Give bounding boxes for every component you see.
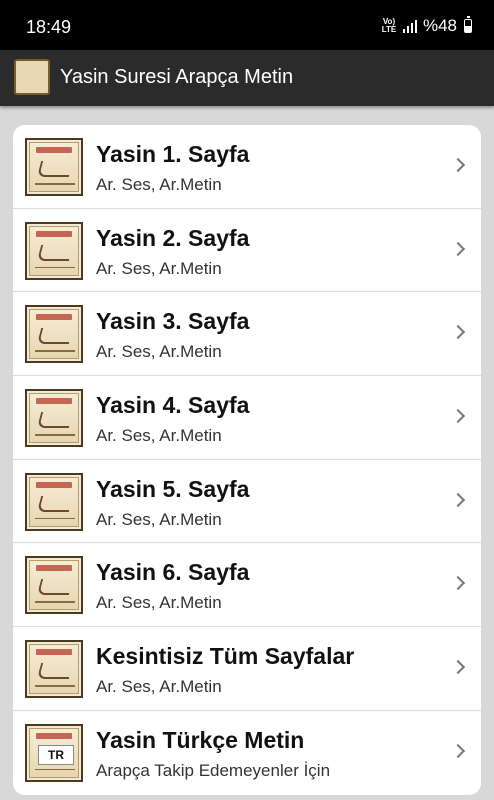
chevron-right-icon <box>450 660 466 675</box>
item-subtitle: Ar. Ses, Ar.Metin <box>96 342 222 362</box>
list-item-all-pages[interactable]: Kesintisiz Tüm Sayfalar Ar. Ses, Ar.Meti… <box>13 627 481 711</box>
yasin-book-icon <box>14 59 50 95</box>
item-title: Yasin 1. Sayfa <box>96 141 250 167</box>
chevron-right-icon <box>450 325 466 340</box>
chevron-right-icon <box>450 157 466 173</box>
chevron-right-icon <box>450 743 466 758</box>
yasin-page-icon <box>25 221 83 280</box>
yasin-page-icon <box>25 389 83 448</box>
list-item-yasin-4[interactable]: Yasin 4. Sayfa Ar. Ses, Ar.Metin <box>13 376 481 460</box>
list-item-yasin-2[interactable]: Yasin 2. Sayfa Ar. Ses, Ar.Metin <box>13 209 481 293</box>
list-item-yasin-5[interactable]: Yasin 5. Sayfa Ar. Ses, Ar.Metin <box>13 460 481 544</box>
yasin-page-icon <box>25 138 83 196</box>
item-title: Yasin 3. Sayfa <box>96 308 250 335</box>
item-title: Kesintisiz Tüm Sayfalar <box>96 643 355 670</box>
item-subtitle: Ar. Ses, Ar.Metin <box>96 175 222 194</box>
item-subtitle: Ar. Ses, Ar.Metin <box>96 509 222 529</box>
item-title: Yasin Türkçe Metin <box>96 726 305 753</box>
item-subtitle: Ar. Ses, Ar.Metin <box>96 426 222 446</box>
item-title: Yasin 4. Sayfa <box>96 392 250 419</box>
status-time: 18:49 <box>26 17 72 37</box>
list-item-turkish-text[interactable]: TR Yasin Türkçe Metin Arapça Takip Edeme… <box>13 711 481 795</box>
chevron-right-icon <box>450 241 466 256</box>
item-title: Yasin 6. Sayfa <box>96 559 250 586</box>
item-subtitle: Ar. Ses, Ar.Metin <box>96 258 222 278</box>
item-subtitle: Ar. Ses, Ar.Metin <box>96 677 222 697</box>
yasin-page-icon <box>25 556 83 615</box>
item-title: Yasin 2. Sayfa <box>96 224 250 251</box>
page-title: Yasin Suresi Arapça Metin <box>60 66 294 88</box>
battery-icon <box>464 16 472 33</box>
list-item-yasin-6[interactable]: Yasin 6. Sayfa Ar. Ses, Ar.Metin <box>13 543 481 628</box>
app-bar: Yasin Suresi Arapça Metin <box>0 50 494 106</box>
volte-icon: Vo) LTE <box>381 17 397 34</box>
yasin-page-icon <box>25 640 83 699</box>
chevron-right-icon <box>450 408 466 424</box>
battery-level <box>465 26 471 32</box>
chevron-right-icon <box>450 492 466 507</box>
tr-badge: TR <box>38 744 74 765</box>
item-subtitle: Ar. Ses, Ar.Metin <box>96 593 222 613</box>
yasin-turkish-icon: TR <box>25 723 83 782</box>
battery-percent: %48 <box>422 16 457 35</box>
yasin-page-icon <box>25 305 83 364</box>
signal-icon <box>402 19 417 33</box>
item-subtitle: Arapça Takip Edemeyenler İçin <box>96 760 331 780</box>
chevron-right-icon <box>450 576 466 591</box>
yasin-page-icon <box>25 472 83 531</box>
status-bar: 18:49 Vo) LTE %48 <box>0 0 494 50</box>
menu-list: Yasin 1. Sayfa Ar. Ses, Ar.Metin Yasin 2… <box>13 125 481 795</box>
list-item-yasin-1[interactable]: Yasin 1. Sayfa Ar. Ses, Ar.Metin <box>13 125 481 209</box>
list-item-yasin-3[interactable]: Yasin 3. Sayfa Ar. Ses, Ar.Metin <box>13 292 481 377</box>
status-icons: Vo) LTE %48 <box>381 16 472 36</box>
item-title: Yasin 5. Sayfa <box>96 475 250 502</box>
